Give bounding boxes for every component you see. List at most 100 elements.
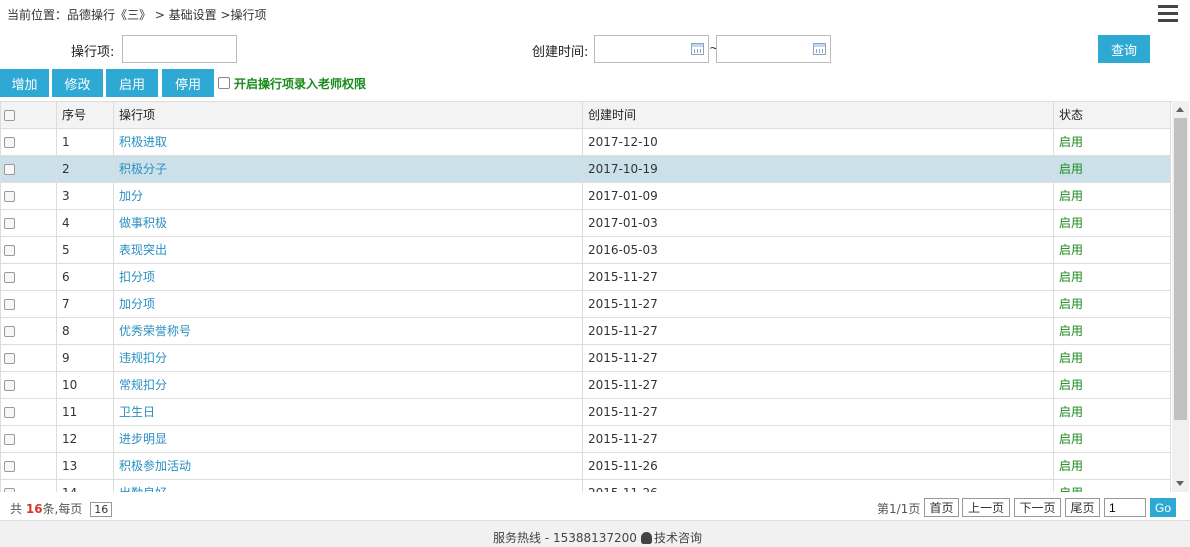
row-checkbox[interactable] xyxy=(4,217,15,229)
row-checkbox[interactable] xyxy=(4,136,15,148)
grid-scrollbar[interactable] xyxy=(1172,101,1189,492)
column-header-no[interactable]: 序号 xyxy=(56,102,114,129)
row-item-link[interactable]: 积极参加活动 xyxy=(113,452,583,480)
table-row[interactable]: 11 卫生日 2015-11-27 启用 xyxy=(0,398,1171,426)
row-status: 启用 xyxy=(1053,479,1171,492)
scroll-up-arrow-icon[interactable] xyxy=(1176,107,1184,112)
row-checkbox-cell[interactable] xyxy=(0,317,57,345)
row-checkbox[interactable] xyxy=(4,325,15,337)
row-created: 2015-11-26 xyxy=(582,452,1054,480)
row-item-link[interactable]: 表现突出 xyxy=(113,236,583,264)
row-item-link[interactable]: 加分 xyxy=(113,182,583,210)
go-button[interactable]: Go xyxy=(1150,498,1176,517)
row-item-link[interactable]: 进步明显 xyxy=(113,425,583,453)
edit-button[interactable]: 修改 xyxy=(52,69,103,97)
scroll-thumb[interactable] xyxy=(1174,118,1187,420)
item-filter-input[interactable] xyxy=(122,35,237,63)
row-created: 2016-05-03 xyxy=(582,236,1054,264)
next-page-button[interactable]: 下一页 xyxy=(1014,498,1061,517)
first-page-button[interactable]: 首页 xyxy=(924,498,959,517)
row-item-link[interactable]: 卫生日 xyxy=(113,398,583,426)
column-header-item[interactable]: 操行项 xyxy=(113,102,583,129)
row-item-link[interactable]: 积极分子 xyxy=(113,155,583,183)
row-item-link[interactable]: 违规扣分 xyxy=(113,344,583,372)
row-checkbox-cell[interactable] xyxy=(0,344,57,372)
total-prefix: 共 xyxy=(10,502,23,516)
teacher-permission-checkbox[interactable] xyxy=(218,77,230,89)
row-checkbox-cell[interactable] xyxy=(0,290,57,318)
teacher-permission-label[interactable]: 开启操行项录入老师权限 xyxy=(234,75,366,92)
row-no: 2 xyxy=(56,155,114,183)
row-item-link[interactable]: 加分项 xyxy=(113,290,583,318)
table-row[interactable]: 13 积极参加活动 2015-11-26 启用 xyxy=(0,452,1171,480)
row-item-link[interactable]: 优秀荣誉称号 xyxy=(113,317,583,345)
row-created: 2015-11-27 xyxy=(582,344,1054,372)
table-row[interactable]: 14出勤良好2015-11-26启用 xyxy=(0,479,1171,492)
date-to-input[interactable] xyxy=(716,35,831,63)
row-item-link[interactable]: 扣分项 xyxy=(113,263,583,291)
row-checkbox-cell[interactable] xyxy=(0,452,57,480)
column-header-status[interactable]: 状态 xyxy=(1053,102,1171,129)
table-row[interactable]: 5 表现突出 2016-05-03 启用 xyxy=(0,236,1171,264)
row-checkbox[interactable] xyxy=(4,298,15,310)
query-button[interactable]: 查询 xyxy=(1098,35,1150,63)
select-all-cell[interactable] xyxy=(0,102,57,129)
row-checkbox-cell[interactable] xyxy=(0,182,57,210)
last-page-button[interactable]: 尾页 xyxy=(1065,498,1100,517)
row-checkbox[interactable] xyxy=(4,352,15,364)
row-checkbox-cell[interactable] xyxy=(0,398,57,426)
row-item-link[interactable]: 做事积极 xyxy=(113,209,583,237)
add-button[interactable]: 增加 xyxy=(0,69,49,97)
row-checkbox[interactable] xyxy=(4,433,15,445)
row-checkbox-cell[interactable] xyxy=(0,155,57,183)
row-item-link[interactable]: 积极进取 xyxy=(113,128,583,156)
table-row[interactable]: 6 扣分项 2015-11-27 启用 xyxy=(0,263,1171,291)
hamburger-menu-icon[interactable] xyxy=(1158,5,1178,22)
row-checkbox-cell[interactable] xyxy=(0,479,57,492)
row-checkbox[interactable] xyxy=(4,271,15,283)
table-row[interactable]: 10 常规扣分 2015-11-27 启用 xyxy=(0,371,1171,399)
row-checkbox[interactable] xyxy=(4,190,15,202)
per-page-select[interactable]: 16 xyxy=(90,502,113,517)
date-from-input[interactable] xyxy=(594,35,709,63)
row-checkbox-cell[interactable] xyxy=(0,263,57,291)
tech-support-link[interactable]: 技术咨询 xyxy=(654,531,702,545)
row-checkbox[interactable] xyxy=(4,487,15,492)
calendar-icon[interactable] xyxy=(691,43,704,55)
page: 当前位置：品德操行《三》 > 基础设置 >操行项 操行项: 创建时间: ~ 查询… xyxy=(0,0,1190,547)
table-row[interactable]: 9 违规扣分 2015-11-27 启用 xyxy=(0,344,1171,372)
row-checkbox-cell[interactable] xyxy=(0,425,57,453)
row-checkbox-cell[interactable] xyxy=(0,236,57,264)
table-row[interactable]: 1 积极进取 2017-12-10 启用 xyxy=(0,128,1171,156)
disable-button[interactable]: 停用 xyxy=(162,69,214,97)
row-created: 2015-11-27 xyxy=(582,290,1054,318)
row-item-link[interactable]: 常规扣分 xyxy=(113,371,583,399)
row-no: 4 xyxy=(56,209,114,237)
row-item-link[interactable]: 出勤良好 xyxy=(113,479,583,492)
row-checkbox[interactable] xyxy=(4,460,15,472)
row-checkbox[interactable] xyxy=(4,163,15,175)
table-row[interactable]: 12 进步明显 2015-11-27 启用 xyxy=(0,425,1171,453)
row-checkbox[interactable] xyxy=(4,379,15,391)
row-checkbox-cell[interactable] xyxy=(0,128,57,156)
table-row[interactable]: 3 加分 2017-01-09 启用 xyxy=(0,182,1171,210)
select-all-checkbox[interactable] xyxy=(4,109,15,121)
row-checkbox[interactable] xyxy=(4,244,15,256)
row-checkbox-cell[interactable] xyxy=(0,209,57,237)
row-no: 13 xyxy=(56,452,114,480)
table-row[interactable]: 2 积极分子 2017-10-19 启用 xyxy=(0,155,1171,183)
table-row[interactable]: 7 加分项 2015-11-27 启用 xyxy=(0,290,1171,318)
prev-page-button[interactable]: 上一页 xyxy=(962,498,1010,517)
column-header-created[interactable]: 创建时间 xyxy=(582,102,1054,129)
qq-penguin-icon[interactable] xyxy=(640,532,652,544)
table-row[interactable]: 4 做事积极 2017-01-03 启用 xyxy=(0,209,1171,237)
row-checkbox[interactable] xyxy=(4,406,15,418)
table-row[interactable]: 8 优秀荣誉称号 2015-11-27 启用 xyxy=(0,317,1171,345)
scroll-down-arrow-icon[interactable] xyxy=(1176,481,1184,486)
calendar-icon[interactable] xyxy=(813,43,826,55)
row-checkbox-cell[interactable] xyxy=(0,371,57,399)
enable-button[interactable]: 启用 xyxy=(106,69,158,97)
row-status: 启用 xyxy=(1053,290,1171,318)
page-number-input[interactable] xyxy=(1104,498,1146,517)
table-header-row: 序号 操行项 创建时间 状态 xyxy=(0,102,1171,129)
